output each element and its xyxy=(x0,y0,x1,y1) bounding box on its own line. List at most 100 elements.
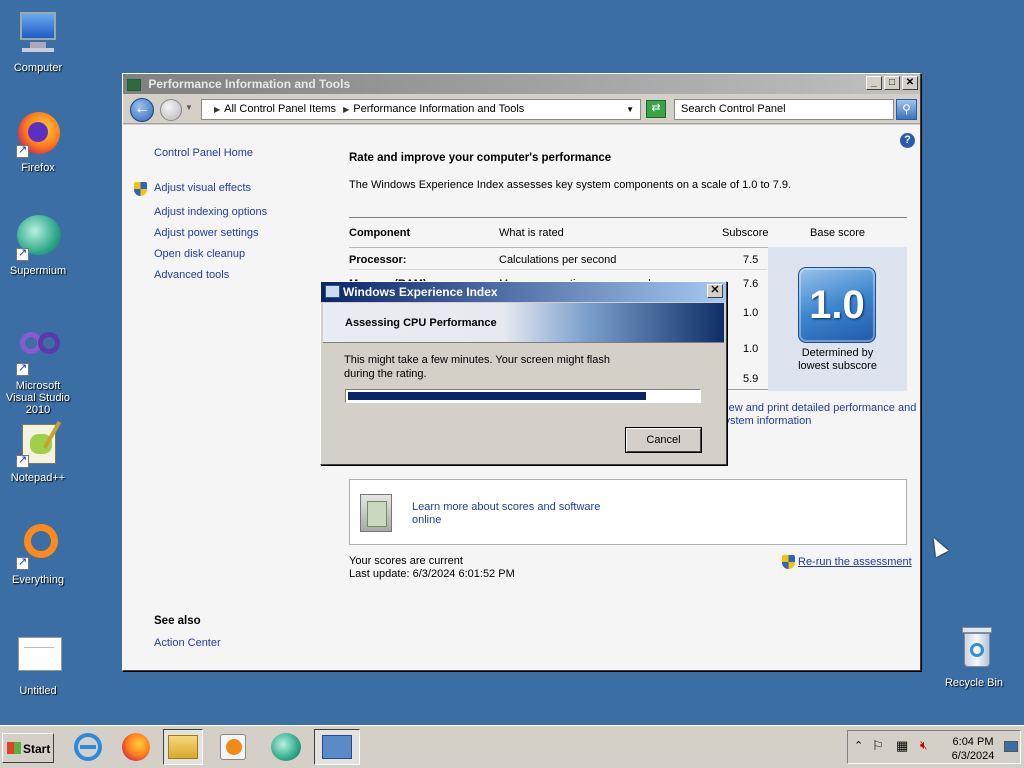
row-subscore: 5.9 xyxy=(743,373,759,385)
desktop-icon-everything[interactable]: Everything xyxy=(0,522,76,586)
software-box-icon xyxy=(360,494,392,532)
maximize-button[interactable]: □ xyxy=(884,76,900,90)
shortcut-arrow-icon xyxy=(16,246,29,261)
scores-status: Your scores are current Last update: 6/3… xyxy=(349,555,515,581)
firefox-icon xyxy=(122,733,150,761)
desktop-icon-label: Computer xyxy=(13,62,63,74)
computer-icon xyxy=(14,10,62,58)
help-icon[interactable]: ? xyxy=(900,133,915,148)
desktop-icon-notepadpp[interactable]: Notepad++ xyxy=(0,420,76,484)
dialog-banner-text: Assessing CPU Performance xyxy=(345,317,497,329)
internet-explorer-icon xyxy=(74,733,102,761)
search-input[interactable]: Search Control Panel xyxy=(674,99,894,120)
header-subscore: Subscore xyxy=(722,227,769,239)
navigation-bar: ← ▼ ▶ All Control Panel Items ▶ Performanc… xyxy=(123,94,920,124)
control-panel-icon xyxy=(127,78,141,91)
forward-button[interactable] xyxy=(160,99,182,121)
volume-muted-icon[interactable]: 🔇︎ xyxy=(920,738,928,753)
cancel-button[interactable]: Cancel xyxy=(625,427,702,453)
breadcrumb-arrow-icon[interactable]: ▶ xyxy=(343,105,349,114)
dialog-message: This might take a few minutes. Your scre… xyxy=(344,354,610,380)
desktop-icon-firefox[interactable]: Firefox xyxy=(0,110,76,174)
row-subscore: 1.0 xyxy=(743,343,759,355)
row-subscore: 1.0 xyxy=(743,307,759,319)
intro-text: The Windows Experience Index assesses ke… xyxy=(349,179,792,191)
desktop-icon-supermium[interactable]: Supermium xyxy=(0,213,76,277)
clock-date: 6/3/2024 xyxy=(951,750,995,762)
refresh-button[interactable]: ⇄ xyxy=(646,100,666,118)
desktop-icon-visual-studio[interactable]: Microsoft Visual Studio 2010 xyxy=(0,328,76,416)
desktop-icon-recycle-bin[interactable]: Recycle Bin xyxy=(936,625,1012,689)
desktop-icon-untitled[interactable]: Untitled xyxy=(0,633,76,697)
search-icon[interactable]: ⚲ xyxy=(896,99,917,120)
system-tray: ⌃ ⚐ ▦ 🔇︎ 6:04 PM 6/3/2024 xyxy=(847,730,1021,764)
windows-logo-icon xyxy=(7,742,21,754)
visual-studio-icon xyxy=(14,328,62,376)
desktop-icon-label: Recycle Bin xyxy=(944,677,1004,689)
base-score-panel: 1.0 Determined by lowest subscore xyxy=(768,247,907,391)
show-desktop-icon[interactable] xyxy=(1004,741,1018,752)
image-file-icon xyxy=(14,633,62,681)
taskbar-firefox[interactable] xyxy=(116,729,156,765)
action-center-link[interactable]: Action Center xyxy=(154,637,221,649)
dialog-title: Windows Experience Index xyxy=(343,285,498,299)
dialog-banner: Assessing CPU Performance xyxy=(323,303,724,343)
adjust-power-link[interactable]: Adjust power settings xyxy=(154,227,259,239)
dialog-titlebar[interactable]: Windows Experience Index ✕ xyxy=(321,282,726,302)
dialog-close-button[interactable]: ✕ xyxy=(707,284,723,298)
clock[interactable]: 6:04 PM 6/3/2024 xyxy=(943,735,1003,763)
desktop-icon-label: Everything xyxy=(12,574,64,586)
header-base-score: Base score xyxy=(810,227,866,239)
desktop-icon-computer[interactable]: Computer xyxy=(0,10,76,74)
shortcut-arrow-icon xyxy=(16,555,29,570)
desktop-icon-label: Microsoft Visual Studio 2010 xyxy=(5,380,70,416)
mouse-cursor-icon xyxy=(927,534,949,558)
experience-index-dialog: Windows Experience Index ✕ Assessing CPU… xyxy=(320,281,727,465)
folder-icon xyxy=(168,735,198,759)
row-subscore: 7.6 xyxy=(743,278,759,290)
adjust-visual-effects-link[interactable]: Adjust visual effects xyxy=(154,182,251,194)
control-panel-home-link[interactable]: Control Panel Home xyxy=(154,147,253,159)
page-heading: Rate and improve your computer's perform… xyxy=(349,152,612,164)
back-button[interactable]: ← xyxy=(130,98,154,122)
score-table: Component What is rated Subscore Base sc… xyxy=(349,217,907,390)
taskbar-supermium[interactable] xyxy=(266,729,306,765)
start-button[interactable]: Start xyxy=(2,733,54,763)
close-button[interactable]: ✕ xyxy=(902,76,918,90)
view-print-details-link[interactable]: View and print detailed performance and … xyxy=(719,402,919,428)
minimize-button[interactable]: _ xyxy=(866,76,882,90)
base-score-tile: 1.0 xyxy=(798,267,876,343)
disk-cleanup-link[interactable]: Open disk cleanup xyxy=(154,248,245,260)
assessment-progress-bar xyxy=(345,389,701,403)
desktop-icon-label: Untitled xyxy=(19,685,57,697)
network-icon[interactable]: ▦ xyxy=(896,738,908,754)
show-hidden-icons[interactable]: ⌃ xyxy=(854,739,863,752)
adjust-indexing-link[interactable]: Adjust indexing options xyxy=(154,206,267,218)
taskbar-control-panel[interactable] xyxy=(314,729,360,765)
breadcrumb-arrow-icon[interactable]: ▶ xyxy=(214,105,220,114)
breadcrumb-current[interactable]: Performance Information and Tools xyxy=(353,103,524,115)
shortcut-arrow-icon xyxy=(16,143,29,158)
address-bar[interactable]: ▶ All Control Panel Items ▶ Performance In… xyxy=(201,99,641,120)
header-rated: What is rated xyxy=(499,227,564,239)
action-center-flag-icon[interactable]: ⚐ xyxy=(872,738,884,754)
breadcrumb-all-items[interactable]: All Control Panel Items xyxy=(224,103,336,115)
media-player-icon xyxy=(220,734,246,760)
rerun-assessment[interactable]: Re-run the assessment xyxy=(782,555,912,569)
recycle-bin-icon xyxy=(950,625,998,673)
taskbar-explorer[interactable] xyxy=(163,729,203,765)
clock-time: 6:04 PM xyxy=(952,736,994,748)
row-rated: Calculations per second xyxy=(499,254,617,266)
address-dropdown-icon[interactable]: ▼ xyxy=(626,105,634,114)
taskbar-media-player[interactable] xyxy=(213,729,253,765)
advanced-tools-link[interactable]: Advanced tools xyxy=(154,269,229,281)
row-component: Processor: xyxy=(349,254,407,266)
desktop-icon-label: Notepad++ xyxy=(10,472,66,484)
window-titlebar[interactable]: Performance Information and Tools _ □ ✕ xyxy=(123,74,920,94)
shortcut-arrow-icon xyxy=(16,361,29,376)
history-dropdown-icon[interactable]: ▼ xyxy=(185,103,193,112)
rerun-assessment-link[interactable]: Re-run the assessment xyxy=(798,556,912,568)
everything-icon xyxy=(14,522,62,570)
learn-more-link[interactable]: Learn more about scores and software onl… xyxy=(412,501,622,527)
taskbar-ie[interactable] xyxy=(68,729,108,765)
